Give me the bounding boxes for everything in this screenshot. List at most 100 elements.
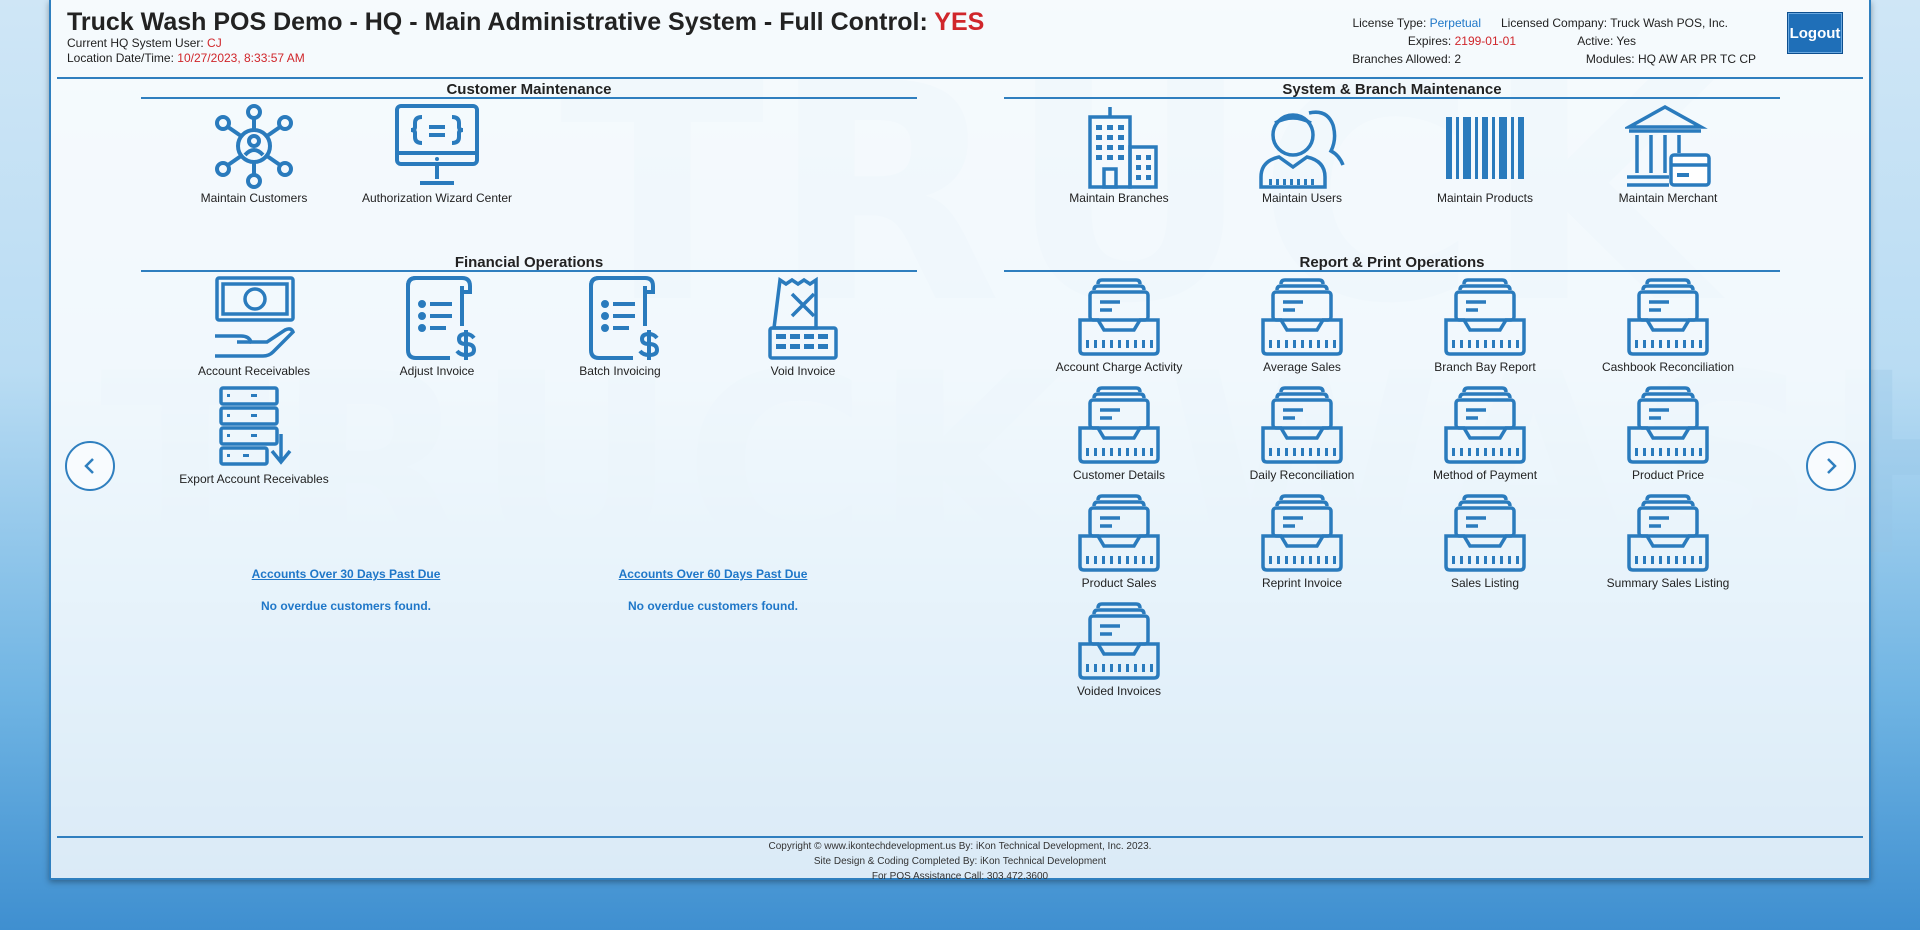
branch-bay-report-report-tile[interactable]: Branch Bay Report — [1400, 276, 1570, 374]
tile-label: Void Invoice — [770, 364, 836, 378]
reprint-invoice-report-tile[interactable]: Reprint Invoice — [1217, 492, 1387, 590]
license-active: Active: Yes — [1577, 34, 1636, 48]
batch-invoicing-tile[interactable]: Batch Invoicing — [535, 276, 705, 378]
header-divider — [57, 77, 1863, 79]
monitor-code-icon — [395, 104, 479, 185]
header: Truck Wash POS Demo - HQ - Main Administ… — [51, 0, 1869, 76]
server-export-icon — [219, 386, 292, 466]
chevron-left-icon — [84, 458, 94, 474]
footer-support-phone: For POS Assistance Call: 303.472.3600 — [871, 871, 1049, 882]
tile-label: Branch Bay Report — [1434, 360, 1536, 374]
current-user-line: Current HQ System User: CJ — [67, 36, 222, 50]
inbox-tray-icon — [1078, 386, 1160, 464]
users-icon — [1259, 110, 1345, 189]
accounts-over-30-link[interactable]: Accounts Over 30 Days Past Due — [216, 567, 476, 581]
invoice-dollar-icon — [406, 276, 477, 360]
section-title-report: Report & Print Operations — [1299, 254, 1485, 271]
inbox-tray-icon — [1078, 278, 1160, 356]
tile-label: Maintain Merchant — [1618, 191, 1718, 205]
inbox-tray-icon — [1627, 278, 1709, 356]
inbox-tray-icon — [1078, 494, 1160, 572]
tile-label: Daily Reconciliation — [1249, 468, 1355, 482]
current-user-label: Current HQ System User: — [67, 36, 208, 50]
location-datetime-line: Location Date/Time: 10/27/2023, 8:33:57 … — [67, 51, 305, 65]
tile-label: Maintain Users — [1261, 191, 1343, 205]
inbox-tray-icon — [1261, 278, 1343, 356]
maintain-products-tile[interactable]: Maintain Products — [1400, 103, 1570, 205]
inbox-tray-icon — [1261, 494, 1343, 572]
tile-label: Maintain Branches — [1069, 191, 1169, 205]
tile-label: Cashbook Reconciliation — [1601, 360, 1735, 374]
maintain-merchant-tile[interactable]: Maintain Merchant — [1583, 103, 1753, 205]
prev-page-button[interactable] — [65, 441, 115, 491]
export-account-receivables-tile[interactable]: Export Account Receivables — [169, 384, 339, 486]
inbox-tray-icon — [1444, 386, 1526, 464]
footer-credits: Site Design & Coding Completed By: iKon … — [813, 856, 1107, 867]
full-control-flag: YES — [934, 8, 985, 36]
bank-card-icon — [1625, 104, 1711, 187]
section-title-financial: Financial Operations — [454, 254, 604, 271]
tile-label: Voided Invoices — [1076, 684, 1162, 698]
daily-reconciliation-report-tile[interactable]: Daily Reconciliation — [1217, 384, 1387, 482]
inbox-tray-icon — [1444, 494, 1526, 572]
main-panel: Truck Wash POS Demo - HQ - Main Administ… — [49, 0, 1871, 882]
logout-button[interactable]: Logout — [1787, 12, 1843, 54]
cashbook-reconciliation-report-tile[interactable]: Cashbook Reconciliation — [1583, 276, 1753, 374]
tile-label: Average Sales — [1263, 360, 1341, 374]
tile-label: Maintain Products — [1436, 191, 1534, 205]
void-invoice-tile[interactable]: Void Invoice — [718, 276, 888, 378]
maintain-users-tile[interactable]: Maintain Users — [1217, 103, 1387, 205]
account-receivables-tile[interactable]: Account Receivables — [169, 276, 339, 378]
section-title-system: System & Branch Maintenance — [1282, 81, 1502, 98]
tile-label: Summary Sales Listing — [1606, 576, 1730, 590]
section-title-customer: Customer Maintenance — [446, 81, 612, 98]
account-charge-activity-report-tile[interactable]: Account Charge Activity — [1034, 276, 1204, 374]
tile-label: Adjust Invoice — [399, 364, 475, 378]
building-icon — [1088, 107, 1158, 189]
authorization-wizard-center-tile[interactable]: Authorization Wizard Center — [352, 103, 522, 205]
method-of-payment-report-tile[interactable]: Method of Payment — [1400, 384, 1570, 482]
accounts-over-60-link[interactable]: Accounts Over 60 Days Past Due — [583, 567, 843, 581]
licensed-company: Licensed Company: Truck Wash POS, Inc. — [1501, 16, 1728, 30]
tile-label: Method of Payment — [1432, 468, 1538, 482]
tile-label: Account Receivables — [197, 364, 311, 378]
license-modules: Modules: HQ AW AR PR TC CP — [1585, 52, 1756, 66]
license-type: License Type: Perpetual — [1352, 16, 1481, 30]
tile-label: Maintain Customers — [200, 191, 308, 205]
accounts-over-60-message: No overdue customers found. — [627, 599, 799, 613]
invoice-dollar-icon — [589, 276, 660, 360]
product-price-report-tile[interactable]: Product Price — [1583, 384, 1753, 482]
section-line-financial — [141, 270, 917, 272]
summary-sales-listing-report-tile[interactable]: Summary Sales Listing — [1583, 492, 1753, 590]
tile-label: Product Sales — [1081, 576, 1157, 590]
sales-listing-report-tile[interactable]: Sales Listing — [1400, 492, 1570, 590]
section-line-system — [1004, 97, 1780, 99]
page-title: Truck Wash POS Demo - HQ - Main Administ… — [67, 8, 984, 37]
inbox-tray-icon — [1444, 278, 1526, 356]
datetime-label: Location Date/Time: — [67, 51, 178, 65]
void-receipt-icon — [768, 276, 838, 360]
average-sales-report-tile[interactable]: Average Sales — [1217, 276, 1387, 374]
tile-label: Customer Details — [1072, 468, 1166, 482]
datetime-value: 10/27/2023, 8:33:57 AM — [177, 51, 305, 65]
section-line-customer — [141, 97, 917, 99]
tile-label: Export Account Receivables — [179, 472, 329, 486]
chevron-right-icon — [1827, 458, 1837, 474]
inbox-tray-icon — [1627, 386, 1709, 464]
maintain-customers-tile[interactable]: Maintain Customers — [169, 103, 339, 205]
customer-details-report-tile[interactable]: Customer Details — [1034, 384, 1204, 482]
product-sales-report-tile[interactable]: Product Sales — [1034, 492, 1204, 590]
barcode-icon — [1446, 117, 1524, 179]
hand-money-icon — [215, 276, 296, 358]
footer-copyright: Copyright © www.ikontechdevelopment.us B… — [768, 841, 1152, 852]
next-page-button[interactable] — [1806, 441, 1856, 491]
adjust-invoice-tile[interactable]: Adjust Invoice — [352, 276, 522, 378]
current-user-value: CJ — [207, 36, 222, 50]
network-user-icon — [215, 104, 293, 189]
maintain-branches-tile[interactable]: Maintain Branches — [1034, 103, 1204, 205]
voided-invoices-report-tile[interactable]: Voided Invoices — [1034, 600, 1204, 698]
inbox-tray-icon — [1627, 494, 1709, 572]
inbox-tray-icon — [1078, 602, 1160, 680]
footer-divider — [57, 836, 1863, 838]
tile-label: Reprint Invoice — [1261, 576, 1343, 590]
